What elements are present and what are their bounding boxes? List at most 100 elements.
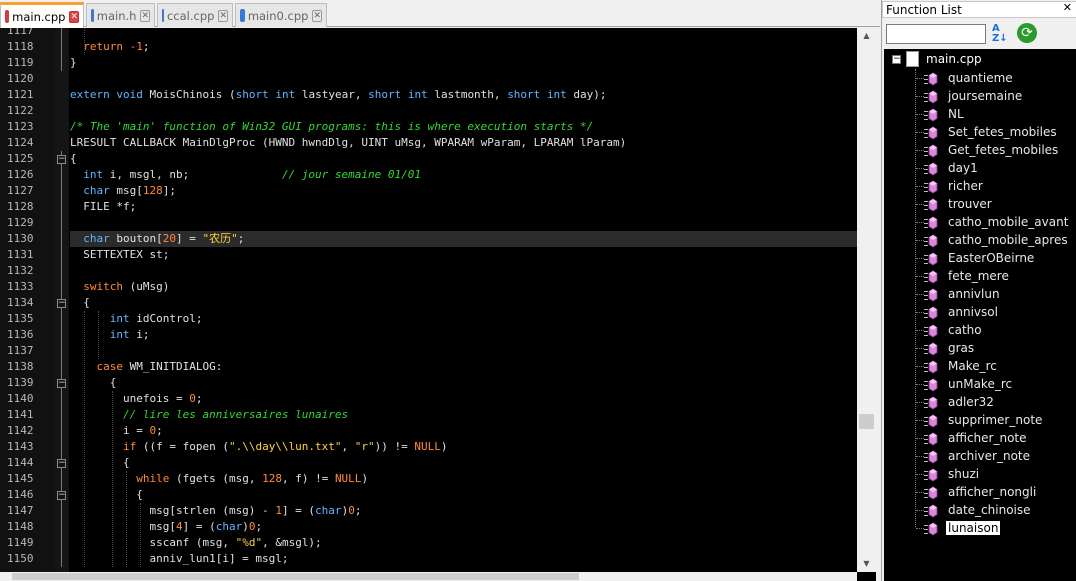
scroll-down-arrow-icon[interactable]: ▼ xyxy=(857,556,876,572)
function-item[interactable]: gras xyxy=(916,339,1076,357)
function-item[interactable]: afficher_note xyxy=(916,429,1076,447)
function-name[interactable]: gras xyxy=(946,341,976,355)
close-icon[interactable]: ✕ xyxy=(1063,1,1072,14)
code-line[interactable]: extern void MoisChinois (short int lasty… xyxy=(70,87,857,103)
code-line[interactable]: int i; xyxy=(70,327,857,343)
function-name[interactable]: shuzi xyxy=(946,467,981,481)
function-item[interactable]: date_chinoise xyxy=(916,501,1076,519)
tab-main-cpp[interactable]: main.cpp ✕ xyxy=(0,2,84,28)
function-name[interactable]: trouver xyxy=(946,197,994,211)
code-line[interactable]: LRESULT CALLBACK MainDlgProc (HWND hwndD… xyxy=(70,135,857,151)
function-name[interactable]: supprimer_note xyxy=(946,413,1044,427)
function-name[interactable]: adler32 xyxy=(946,395,996,409)
code-line[interactable]: msg[4] = (char)0; xyxy=(70,519,857,535)
code-line[interactable]: while (fgets (msg, 128, f) != NULL) xyxy=(70,471,857,487)
sort-az-icon[interactable]: A Z↓ xyxy=(992,24,1010,44)
code-line[interactable]: { xyxy=(70,295,857,311)
code-line[interactable] xyxy=(70,71,857,87)
code-line[interactable]: { xyxy=(70,375,857,391)
code-line[interactable]: switch (uMsg) xyxy=(70,279,857,295)
fold-toggle-icon[interactable]: − xyxy=(57,155,66,164)
function-item[interactable]: supprimer_note xyxy=(916,411,1076,429)
code-line[interactable]: unefois = 0; xyxy=(70,391,857,407)
function-item[interactable]: shuzi xyxy=(916,465,1076,483)
function-item[interactable]: fete_mere xyxy=(916,267,1076,285)
code-line[interactable]: char bouton[20] = "农历"; xyxy=(70,231,857,247)
tab-close-icon[interactable]: ✕ xyxy=(218,9,228,22)
code-line[interactable]: { xyxy=(70,151,857,167)
horizontal-scroll-thumb[interactable] xyxy=(12,573,579,580)
code-line[interactable]: /* The 'main' function of Win32 GUI prog… xyxy=(70,119,857,135)
code-line[interactable]: SETTEXTEX st; xyxy=(70,247,857,263)
function-item[interactable]: richer xyxy=(916,177,1076,195)
fold-toggle-icon[interactable]: − xyxy=(57,379,66,388)
tab-close-icon[interactable]: ✕ xyxy=(312,9,322,22)
code-line[interactable]: anniv_lun1[i] = msgl; xyxy=(70,551,857,567)
function-item[interactable]: day1 xyxy=(916,159,1076,177)
function-item[interactable]: Set_fetes_mobiles xyxy=(916,123,1076,141)
function-name[interactable]: Get_fetes_mobiles xyxy=(946,143,1060,157)
function-name[interactable]: Make_rc xyxy=(946,359,999,373)
function-item[interactable]: adler32 xyxy=(916,393,1076,411)
function-name[interactable]: quantieme xyxy=(946,71,1015,85)
function-item[interactable]: Make_rc xyxy=(916,357,1076,375)
function-name[interactable]: unMake_rc xyxy=(946,377,1014,391)
code-line[interactable]: if ((f = fopen (".\\day\\lun.txt", "r"))… xyxy=(70,439,857,455)
code-line[interactable]: { xyxy=(70,487,857,503)
tab-ccal-cpp[interactable]: ccal.cpp ✕ xyxy=(157,3,233,27)
fold-toggle-icon[interactable]: − xyxy=(57,491,66,500)
function-item[interactable]: NL xyxy=(916,105,1076,123)
function-item[interactable]: afficher_nongli xyxy=(916,483,1076,501)
code-line[interactable]: char msg[128]; xyxy=(70,183,857,199)
function-name[interactable]: EasterOBeirne xyxy=(946,251,1036,265)
code-line[interactable]: int i, msgl, nb; // jour semaine 01/01 xyxy=(70,167,857,183)
function-name[interactable]: joursemaine xyxy=(946,89,1024,103)
code-line[interactable]: sscanf (msg, "%d", &msgl); xyxy=(70,535,857,551)
vertical-scrollbar[interactable]: ▲ ▼ xyxy=(857,28,876,572)
code-line[interactable]: return -1; xyxy=(70,39,857,55)
code-line[interactable]: { xyxy=(70,455,857,471)
code-line[interactable]: } xyxy=(70,55,857,71)
code-line[interactable]: case WM_INITDIALOG: xyxy=(70,359,857,375)
function-name[interactable]: Set_fetes_mobiles xyxy=(946,125,1059,139)
function-name[interactable]: afficher_nongli xyxy=(946,485,1038,499)
function-name[interactable]: annivsol xyxy=(946,305,1000,319)
code-line[interactable] xyxy=(70,263,857,279)
function-name[interactable]: afficher_note xyxy=(946,431,1029,445)
function-item[interactable]: unMake_rc xyxy=(916,375,1076,393)
function-item[interactable]: catho xyxy=(916,321,1076,339)
reload-icon[interactable]: ⟳ xyxy=(1017,23,1037,43)
function-item[interactable]: catho_mobile_apres xyxy=(916,231,1076,249)
horizontal-scrollbar[interactable] xyxy=(0,572,857,581)
code-line[interactable] xyxy=(70,103,857,119)
vertical-scroll-thumb[interactable] xyxy=(859,414,874,429)
fold-toggle-icon[interactable]: − xyxy=(57,299,66,308)
function-name[interactable]: archiver_note xyxy=(946,449,1032,463)
function-name[interactable]: catho xyxy=(946,323,984,337)
function-item[interactable]: annivsol xyxy=(916,303,1076,321)
tree-root-file[interactable]: main.cpp xyxy=(926,52,982,66)
fold-toggle-icon[interactable]: − xyxy=(57,459,66,468)
function-name[interactable]: richer xyxy=(946,179,985,193)
function-name[interactable]: day1 xyxy=(946,161,980,175)
function-name[interactable]: NL xyxy=(946,107,966,121)
tab-main-h[interactable]: main.h ✕ xyxy=(86,3,155,27)
function-item[interactable]: annivlun xyxy=(916,285,1076,303)
function-name[interactable]: lunaison xyxy=(944,520,1002,536)
code-line[interactable]: FILE *f; xyxy=(70,199,857,215)
scroll-up-arrow-icon[interactable]: ▲ xyxy=(857,28,876,44)
code-area[interactable]: return -1;} extern void MoisChinois (shor… xyxy=(70,28,857,572)
tab-close-icon[interactable]: ✕ xyxy=(140,9,150,22)
function-item[interactable]: EasterOBeirne xyxy=(916,249,1076,267)
function-item[interactable]: Get_fetes_mobiles xyxy=(916,141,1076,159)
code-line[interactable] xyxy=(70,215,857,231)
code-line[interactable]: // lire les anniversaires lunaires xyxy=(70,407,857,423)
code-line[interactable]: int idControl; xyxy=(70,311,857,327)
function-item[interactable]: quantieme xyxy=(916,69,1076,87)
function-name[interactable]: catho_mobile_avant xyxy=(946,215,1070,229)
fold-margin[interactable]: − − − − − xyxy=(55,28,69,572)
collapse-toggle-icon[interactable]: − xyxy=(892,55,901,64)
code-line[interactable]: msg[strlen (msg) - 1] = (char)0; xyxy=(70,503,857,519)
code-line[interactable] xyxy=(70,28,857,39)
function-item[interactable]: lunaison xyxy=(916,519,1076,537)
